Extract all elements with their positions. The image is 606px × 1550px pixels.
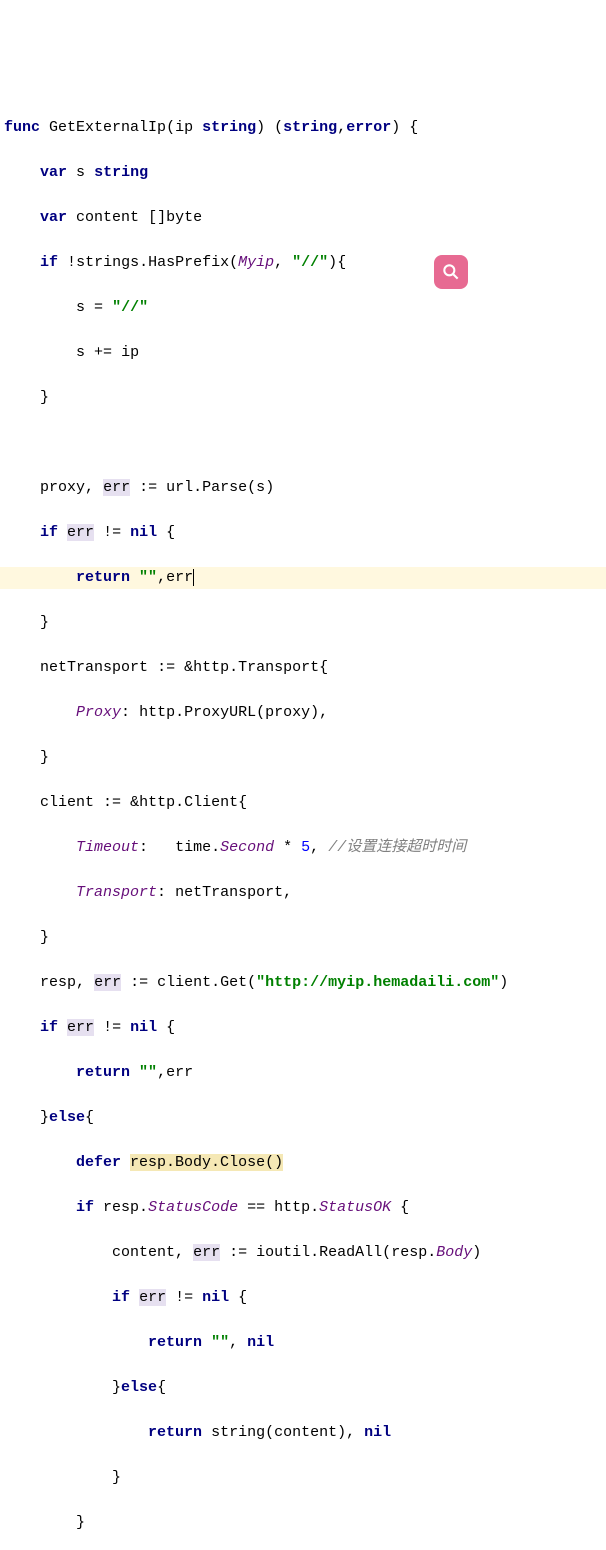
code-line: var content []byte [0,207,606,230]
code-line: } [0,927,606,950]
code-line: s += ip [0,342,606,365]
code-line: if err != nil { [0,1287,606,1310]
code-line: return string(content), nil [0,1422,606,1445]
code-line: if err != nil { [0,1017,606,1040]
code-line: netTransport := &http.Transport{ [0,657,606,680]
code-line: if !strings.HasPrefix(Myip, "//"){ [0,252,606,275]
code-line: Transport: netTransport, [0,882,606,905]
code-line: s = "//" [0,297,606,320]
code-line: } [0,747,606,770]
code-line: Proxy: http.ProxyURL(proxy), [0,702,606,725]
text-cursor [193,569,194,586]
magnifier-icon [441,262,461,282]
code-line: if resp.StatusCode == http.StatusOK { [0,1197,606,1220]
code-line: proxy, err := url.Parse(s) [0,477,606,500]
code-container: { "code": { "l01": {"kw1":"func","fn":"G… [0,27,606,1550]
code-line: func GetExternalIp(ip string) (string,er… [0,117,606,140]
code-line: client := &http.Client{ [0,792,606,815]
code-line: return "", nil [0,1332,606,1355]
search-button[interactable] [434,255,468,289]
code-line: } [0,387,606,410]
code-line: content, err := ioutil.ReadAll(resp.Body… [0,1242,606,1265]
code-line: if err != nil { [0,522,606,545]
code-line [0,432,606,455]
code-line: } [0,1512,606,1535]
code-line: resp, err := client.Get("http://myip.hem… [0,972,606,995]
code-line: } [0,612,606,635]
code-line: }else{ [0,1107,606,1130]
code-line: var s string [0,162,606,185]
code-line: defer resp.Body.Close() [0,1152,606,1175]
code-line: return "",err [0,1062,606,1085]
code-line: } [0,1467,606,1490]
code-line: Timeout: time.Second * 5, //设置连接超时时间 [0,837,606,860]
code-line-active: return "",err [0,567,606,590]
code-line: }else{ [0,1377,606,1400]
